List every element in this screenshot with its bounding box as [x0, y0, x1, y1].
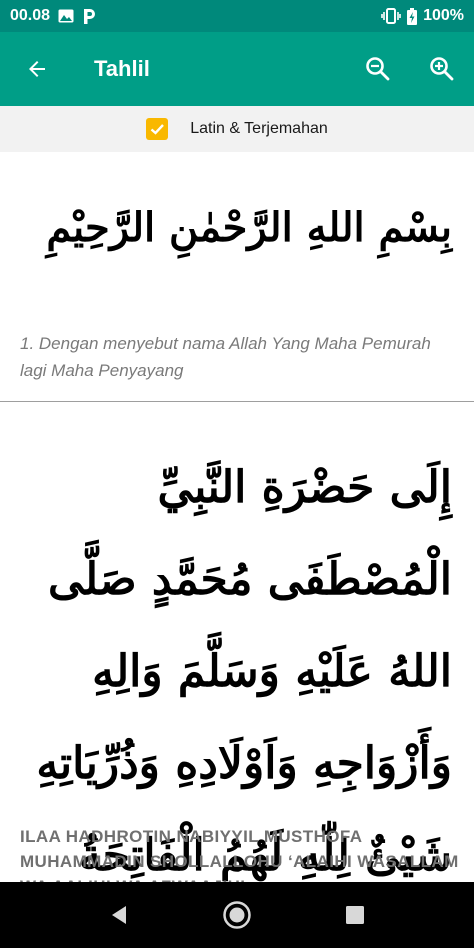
- arabic-text: بِسْمِ اللهِ الرَّحْمٰنِ الرَّحِيْمِ: [46, 204, 452, 251]
- zoom-in-icon: [430, 57, 454, 81]
- navigation-bar: [0, 882, 474, 948]
- image-icon: [58, 9, 74, 23]
- status-time: 00.08: [10, 7, 51, 24]
- status-right: 100%: [381, 7, 464, 25]
- vibrate-icon: [381, 8, 401, 24]
- battery-level: 100%: [423, 7, 464, 24]
- page-title: Tahlil: [94, 56, 150, 81]
- zoom-out-icon: [366, 57, 390, 81]
- back-arrow-icon: [29, 61, 45, 77]
- latin-text: ILAA HADHROTIN NABIYYIL MUSTHOFA MUHAMMA…: [20, 827, 459, 882]
- zoom-out-button[interactable]: [346, 32, 410, 106]
- nav-recents-button[interactable]: [325, 885, 385, 945]
- status-bar: 00.08 100%: [0, 0, 474, 32]
- check-icon: [150, 124, 165, 135]
- parking-icon: [82, 8, 96, 24]
- content-scroll[interactable]: بِسْمِ اللهِ الرَّحْمٰنِ الرَّحِيْمِ 1. …: [0, 152, 474, 882]
- nav-home-button[interactable]: [207, 885, 267, 945]
- latin-translation-toggle[interactable]: Latin & Terjemahan: [0, 106, 474, 152]
- divider: [0, 401, 474, 402]
- home-circle-icon: [223, 901, 251, 929]
- latin-translation-checkbox[interactable]: [146, 118, 169, 140]
- back-button[interactable]: [0, 32, 74, 106]
- zoom-in-button[interactable]: [410, 32, 474, 106]
- back-triangle-icon: [112, 906, 126, 924]
- recents-square-icon: [346, 906, 364, 924]
- nav-back-button[interactable]: [89, 885, 149, 945]
- app-actions: [346, 32, 474, 106]
- battery-charging-icon: [407, 7, 418, 25]
- arabic-text: إِلَى حَضْرَةِ النَّبِيِّ الْمُصْطَفَى م…: [36, 462, 452, 881]
- app-bar: Tahlil: [0, 32, 474, 106]
- status-left: 00.08: [10, 7, 96, 25]
- latin-translation-label: Latin & Terjemahan: [190, 120, 328, 137]
- translation-text: 1. Dengan menyebut nama Allah Yang Maha …: [20, 334, 431, 380]
